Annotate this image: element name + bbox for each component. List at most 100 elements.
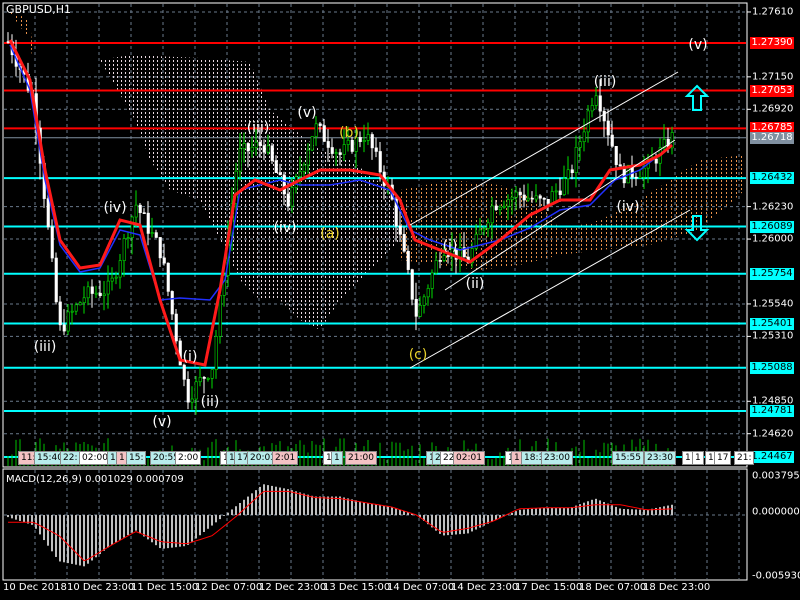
time-axis-label: 18 Dec 23:00	[643, 582, 711, 593]
chart-title: GBPUSD,H1	[6, 3, 71, 16]
candle-body	[522, 194, 526, 201]
candle-body	[214, 336, 218, 370]
candle-body	[638, 176, 642, 179]
candle-body	[154, 232, 158, 238]
candle-body	[90, 286, 94, 294]
price-tick-label: 1.27610	[752, 6, 794, 18]
price-level-label: 1.25401	[750, 317, 794, 330]
candle-body	[554, 190, 558, 193]
candle-body	[350, 139, 354, 152]
ichimoku-cloud	[8, 10, 745, 330]
price-tick-label: 1.26000	[752, 233, 794, 245]
candle-body	[270, 145, 274, 161]
candle-body	[358, 137, 362, 142]
candle-body	[62, 324, 66, 332]
candle-body	[170, 291, 174, 315]
volume-time-label: 23:30	[644, 451, 676, 465]
volume-time-label: 1	[692, 451, 704, 465]
volume-time-label: 1	[331, 451, 343, 465]
candle-body	[54, 257, 58, 303]
wave-label: (v)	[297, 105, 317, 121]
candle-body	[166, 262, 170, 292]
candle-body	[446, 255, 450, 257]
candle-body	[598, 95, 602, 112]
candle-body	[326, 141, 330, 148]
candle-body	[530, 197, 534, 200]
candle-body	[618, 164, 622, 167]
candle-body	[262, 145, 266, 153]
price-level-label: 1.24467	[750, 451, 794, 463]
candle-body	[614, 145, 618, 165]
candle-body	[510, 196, 514, 200]
candle-body	[430, 272, 434, 289]
candle-body	[66, 311, 70, 332]
price-level-label: 1.24781	[750, 404, 794, 417]
candle-body	[6, 41, 10, 43]
volume-time-label: 2:01	[272, 451, 299, 465]
candle-body	[362, 140, 366, 142]
wave-label: (i)	[442, 238, 458, 254]
wave-label: (ii)	[200, 394, 220, 410]
wave-label: (a)	[320, 226, 340, 242]
candle-body	[378, 151, 382, 173]
time-axis-label: 18 Dec 07:00	[579, 582, 647, 593]
wave-label: (iv)	[616, 199, 640, 215]
volume-time-label: 22:	[60, 451, 81, 465]
candle-body	[186, 379, 190, 403]
wave-label: (c)	[408, 347, 428, 363]
candle-body	[418, 305, 422, 317]
candle-body	[218, 295, 222, 337]
candle-body	[158, 237, 162, 259]
candle-body	[266, 145, 270, 153]
candle-body	[342, 144, 346, 155]
time-axis-label: 17 Dec 15:00	[515, 582, 583, 593]
candle-body	[654, 158, 658, 164]
wave-label: (v)	[688, 37, 708, 53]
candle-body	[46, 198, 50, 228]
volume-time-label: 17	[714, 451, 732, 465]
candle-body	[70, 310, 74, 313]
candle-body	[190, 398, 194, 403]
price-level-label: 1.25088	[750, 361, 794, 374]
candle-body	[322, 125, 326, 142]
volume-time-label: 02:01	[453, 451, 485, 465]
chart-canvas[interactable]	[0, 0, 800, 600]
candle-body	[74, 304, 78, 312]
candle-body	[198, 376, 202, 383]
candle-body	[142, 212, 146, 214]
price-tick-label: 1.24620	[752, 428, 794, 440]
volume-time-label: 21:	[734, 451, 755, 465]
price-tick-label: 1.25310	[752, 330, 794, 342]
candle-body	[478, 229, 482, 235]
candle-body	[202, 376, 206, 379]
candle-body	[438, 260, 442, 262]
candle-body	[250, 146, 254, 152]
candle-body	[338, 152, 342, 155]
price-level-label: 1.26718	[750, 131, 794, 144]
candle-body	[594, 95, 598, 106]
wave-label: (iii)	[246, 120, 270, 136]
price-tick-label: 1.26920	[752, 103, 794, 115]
candle-body	[398, 225, 402, 235]
candle-body	[106, 280, 110, 295]
wave-label: (v)	[152, 414, 172, 430]
wave-label: (iv)	[103, 200, 127, 216]
candle-body	[126, 237, 130, 239]
price-tick-label: 1.26230	[752, 201, 794, 213]
candle-body	[562, 178, 566, 195]
candle-body	[118, 260, 122, 278]
candle-body	[582, 131, 586, 143]
candle-body	[318, 123, 322, 126]
candle-body	[86, 286, 90, 299]
candle-body	[578, 141, 582, 148]
candle-body	[370, 134, 374, 149]
price-level-label: 1.27053	[750, 84, 794, 97]
macd-tick-label: 0.003795	[752, 470, 800, 482]
wave-label: (iii)	[593, 74, 617, 90]
candle-body	[490, 205, 494, 224]
candle-body	[98, 292, 102, 296]
candle-body	[566, 169, 570, 179]
candle-body	[550, 191, 554, 204]
price-level-label: 1.25754	[750, 267, 794, 280]
candle-body	[78, 302, 82, 306]
